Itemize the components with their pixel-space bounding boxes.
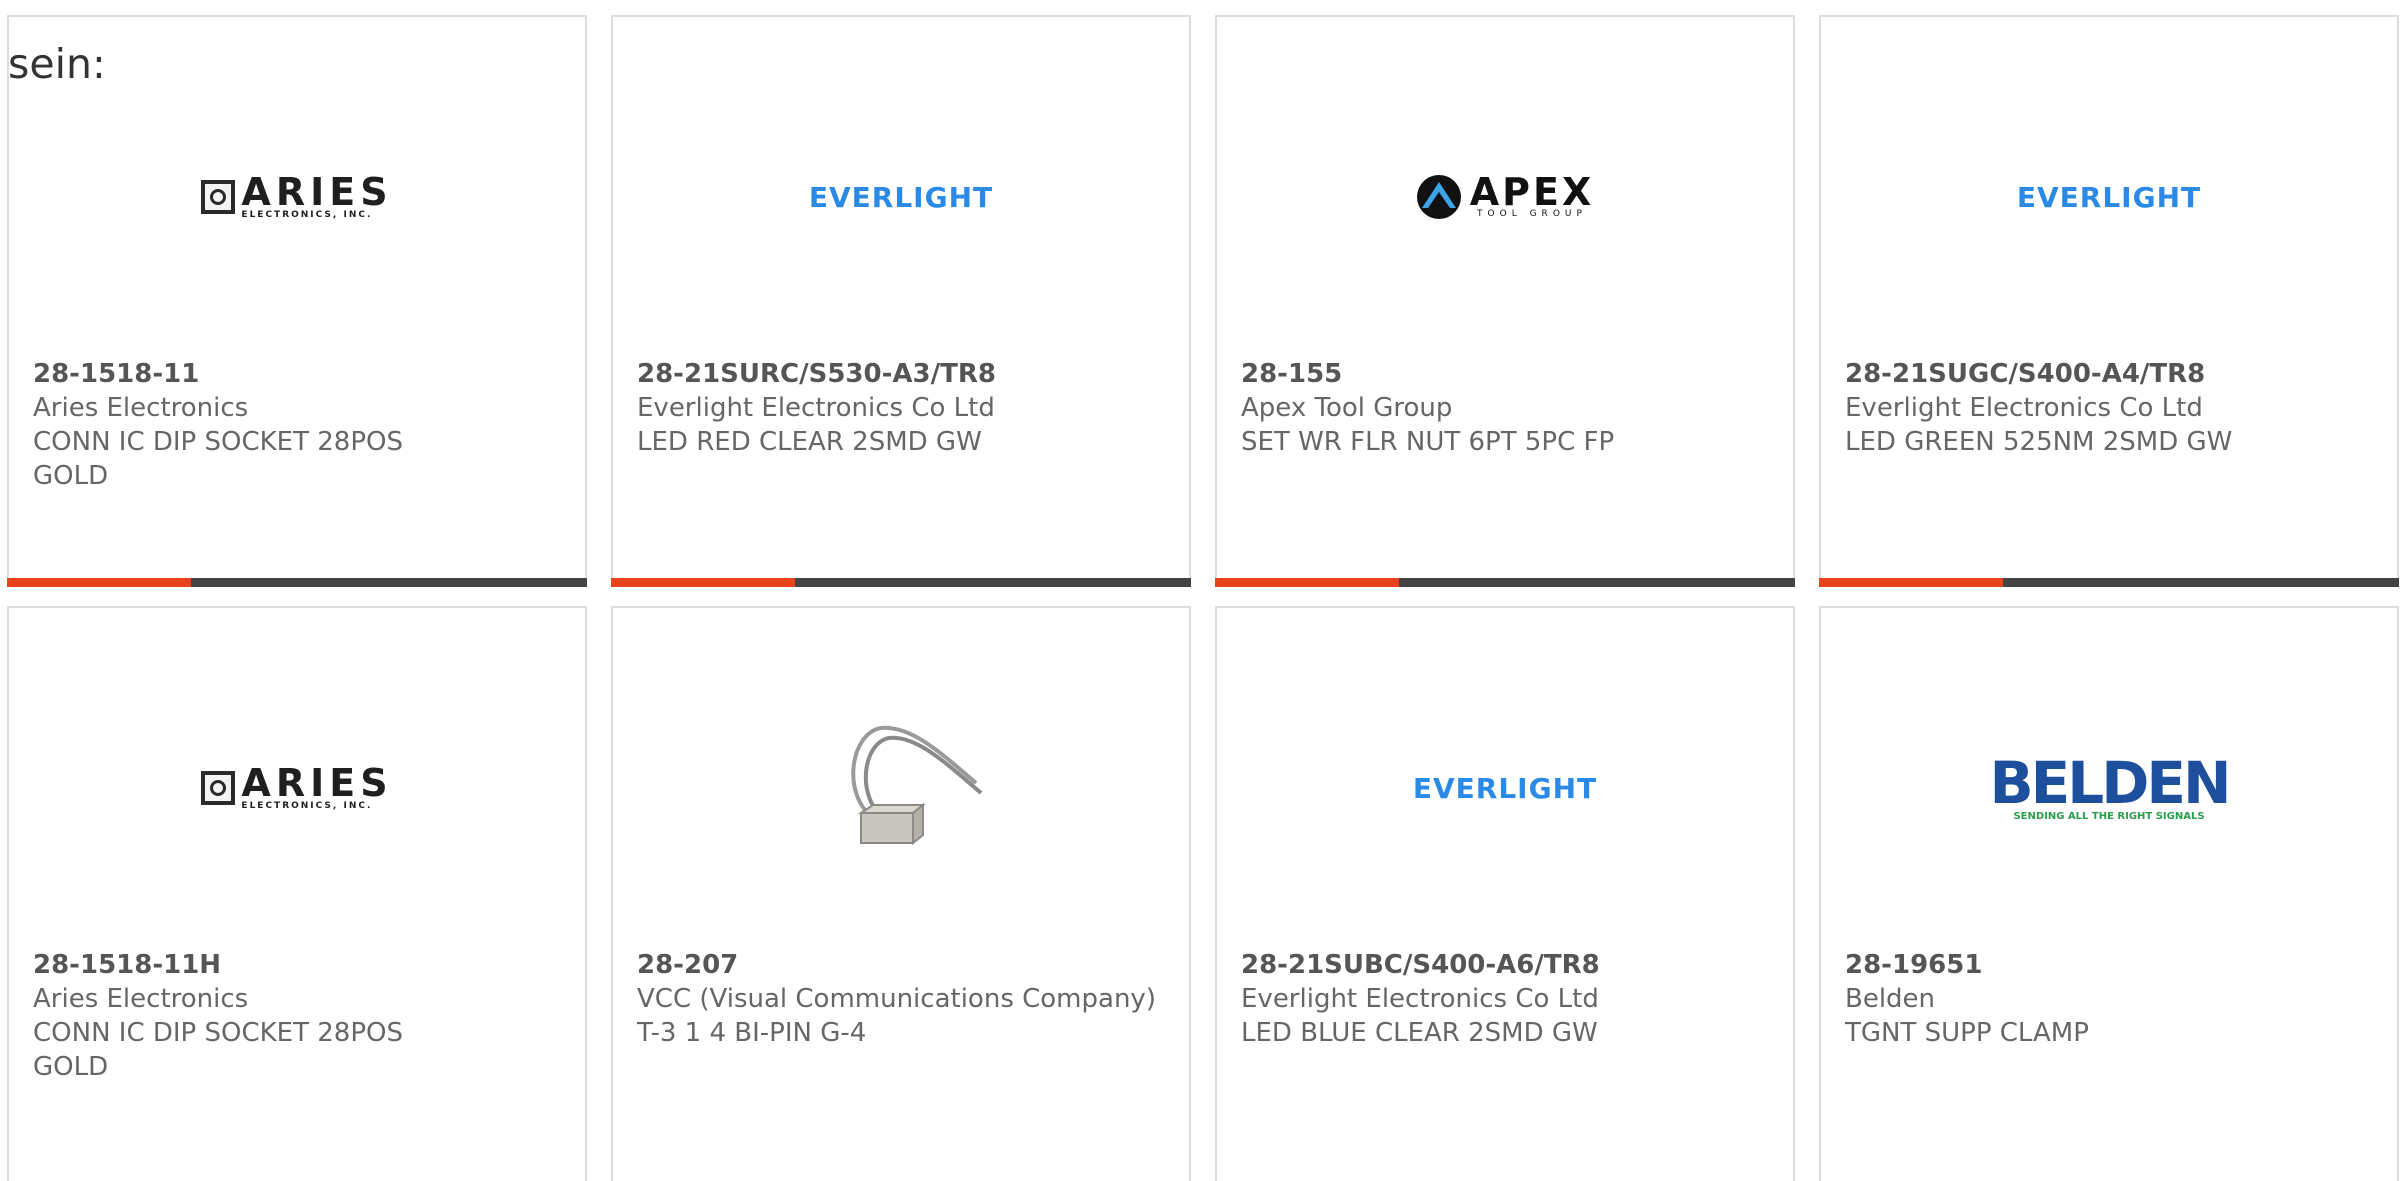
- manufacturer-logo: EVERLIGHT: [613, 117, 1189, 277]
- part-number[interactable]: 28-19651: [1845, 948, 2373, 982]
- description-line: LED RED CLEAR 2SMD GW: [637, 427, 982, 457]
- manufacturer-name: Everlight Electronics Co Ltd: [1241, 984, 1599, 1014]
- manufacturer-logo: ARIES ELECTRONICS, INC.: [9, 708, 585, 868]
- manufacturer-name: Aries Electronics: [33, 393, 249, 423]
- part-number[interactable]: 28-207: [637, 948, 1165, 982]
- part-number[interactable]: 28-1518-11H: [33, 948, 561, 982]
- aries-logo: ARIES ELECTRONICS, INC.: [201, 764, 392, 811]
- part-number[interactable]: 28-21SURC/S530-A3/TR8: [637, 357, 1165, 391]
- description-line: CONN IC DIP SOCKET 28POS: [33, 427, 403, 457]
- manufacturer-logo: EVERLIGHT: [1217, 708, 1793, 868]
- everlight-logo: EVERLIGHT: [2016, 180, 2202, 214]
- apex-mark-icon: [1416, 175, 1461, 219]
- product-photo: [613, 708, 1189, 868]
- product-card[interactable]: EVERLIGHT 28-21SUGC/S400-A4/TR8 Everligh…: [1819, 15, 2399, 587]
- card-footer-bar: [1819, 578, 2399, 587]
- description-line: LED GREEN 525NM 2SMD GW: [1845, 427, 2233, 457]
- everlight-logo: EVERLIGHT: [1412, 771, 1598, 805]
- product-card[interactable]: EVERLIGHT 28-21SUBC/S400-A6/TR8 Everligh…: [1215, 606, 1795, 1181]
- product-card[interactable]: ARIES ELECTRONICS, INC. 28-1518-11H Arie…: [7, 606, 587, 1181]
- manufacturer-name: Everlight Electronics Co Ltd: [1845, 393, 2203, 423]
- product-grid: ARIES ELECTRONICS, INC. 28-1518-11 Aries…: [0, 0, 2400, 1181]
- product-card[interactable]: 28-207 VCC (Visual Communications Compan…: [611, 606, 1191, 1181]
- card-footer-bar: [1215, 578, 1795, 587]
- description-line: CONN IC DIP SOCKET 28POS: [33, 1018, 403, 1048]
- aries-mark-icon: [201, 771, 236, 805]
- description-line: GOLD: [33, 461, 109, 491]
- part-number[interactable]: 28-155: [1241, 357, 1769, 391]
- apex-logo: APEX TOOL GROUP: [1416, 173, 1595, 220]
- description-line: SET WR FLR NUT 6PT 5PC FP: [1241, 427, 1615, 457]
- product-card[interactable]: APEX TOOL GROUP 28-155 Apex Tool Group S…: [1215, 15, 1795, 587]
- manufacturer-name: VCC (Visual Communications Company): [637, 984, 1156, 1014]
- product-card[interactable]: EVERLIGHT 28-21SURC/S530-A3/TR8 Everligh…: [611, 15, 1191, 587]
- section-heading: sein:: [8, 40, 106, 88]
- manufacturer-name: Apex Tool Group: [1241, 393, 1453, 423]
- card-footer-bar: [611, 578, 1191, 587]
- product-card[interactable]: BELDEN SENDING ALL THE RIGHT SIGNALS 28-…: [1819, 606, 2399, 1181]
- everlight-logo: EVERLIGHT: [808, 180, 994, 214]
- part-number[interactable]: 28-21SUGC/S400-A4/TR8: [1845, 357, 2373, 391]
- manufacturer-name: Everlight Electronics Co Ltd: [637, 393, 995, 423]
- aries-logo: ARIES ELECTRONICS, INC.: [201, 173, 392, 220]
- part-number[interactable]: 28-21SUBC/S400-A6/TR8: [1241, 948, 1769, 982]
- manufacturer-logo: BELDEN SENDING ALL THE RIGHT SIGNALS: [1821, 708, 2397, 868]
- description-line: GOLD: [33, 1052, 109, 1082]
- lamp-photo-icon: [851, 725, 983, 846]
- manufacturer-logo: ARIES ELECTRONICS, INC.: [9, 117, 585, 277]
- manufacturer-logo: APEX TOOL GROUP: [1217, 117, 1793, 277]
- aries-mark-icon: [201, 180, 236, 214]
- belden-logo: BELDEN SENDING ALL THE RIGHT SIGNALS: [1989, 748, 2231, 822]
- product-card[interactable]: ARIES ELECTRONICS, INC. 28-1518-11 Aries…: [7, 15, 587, 587]
- manufacturer-name: Aries Electronics: [33, 984, 249, 1014]
- description-line: TGNT SUPP CLAMP: [1845, 1018, 2089, 1048]
- manufacturer-logo: EVERLIGHT: [1821, 117, 2397, 277]
- part-number[interactable]: 28-1518-11: [33, 357, 561, 391]
- description-line: T-3 1 4 BI-PIN G-4: [637, 1018, 867, 1048]
- card-footer-bar: [7, 578, 587, 587]
- manufacturer-name: Belden: [1845, 984, 1936, 1014]
- description-line: LED BLUE CLEAR 2SMD GW: [1241, 1018, 1598, 1048]
